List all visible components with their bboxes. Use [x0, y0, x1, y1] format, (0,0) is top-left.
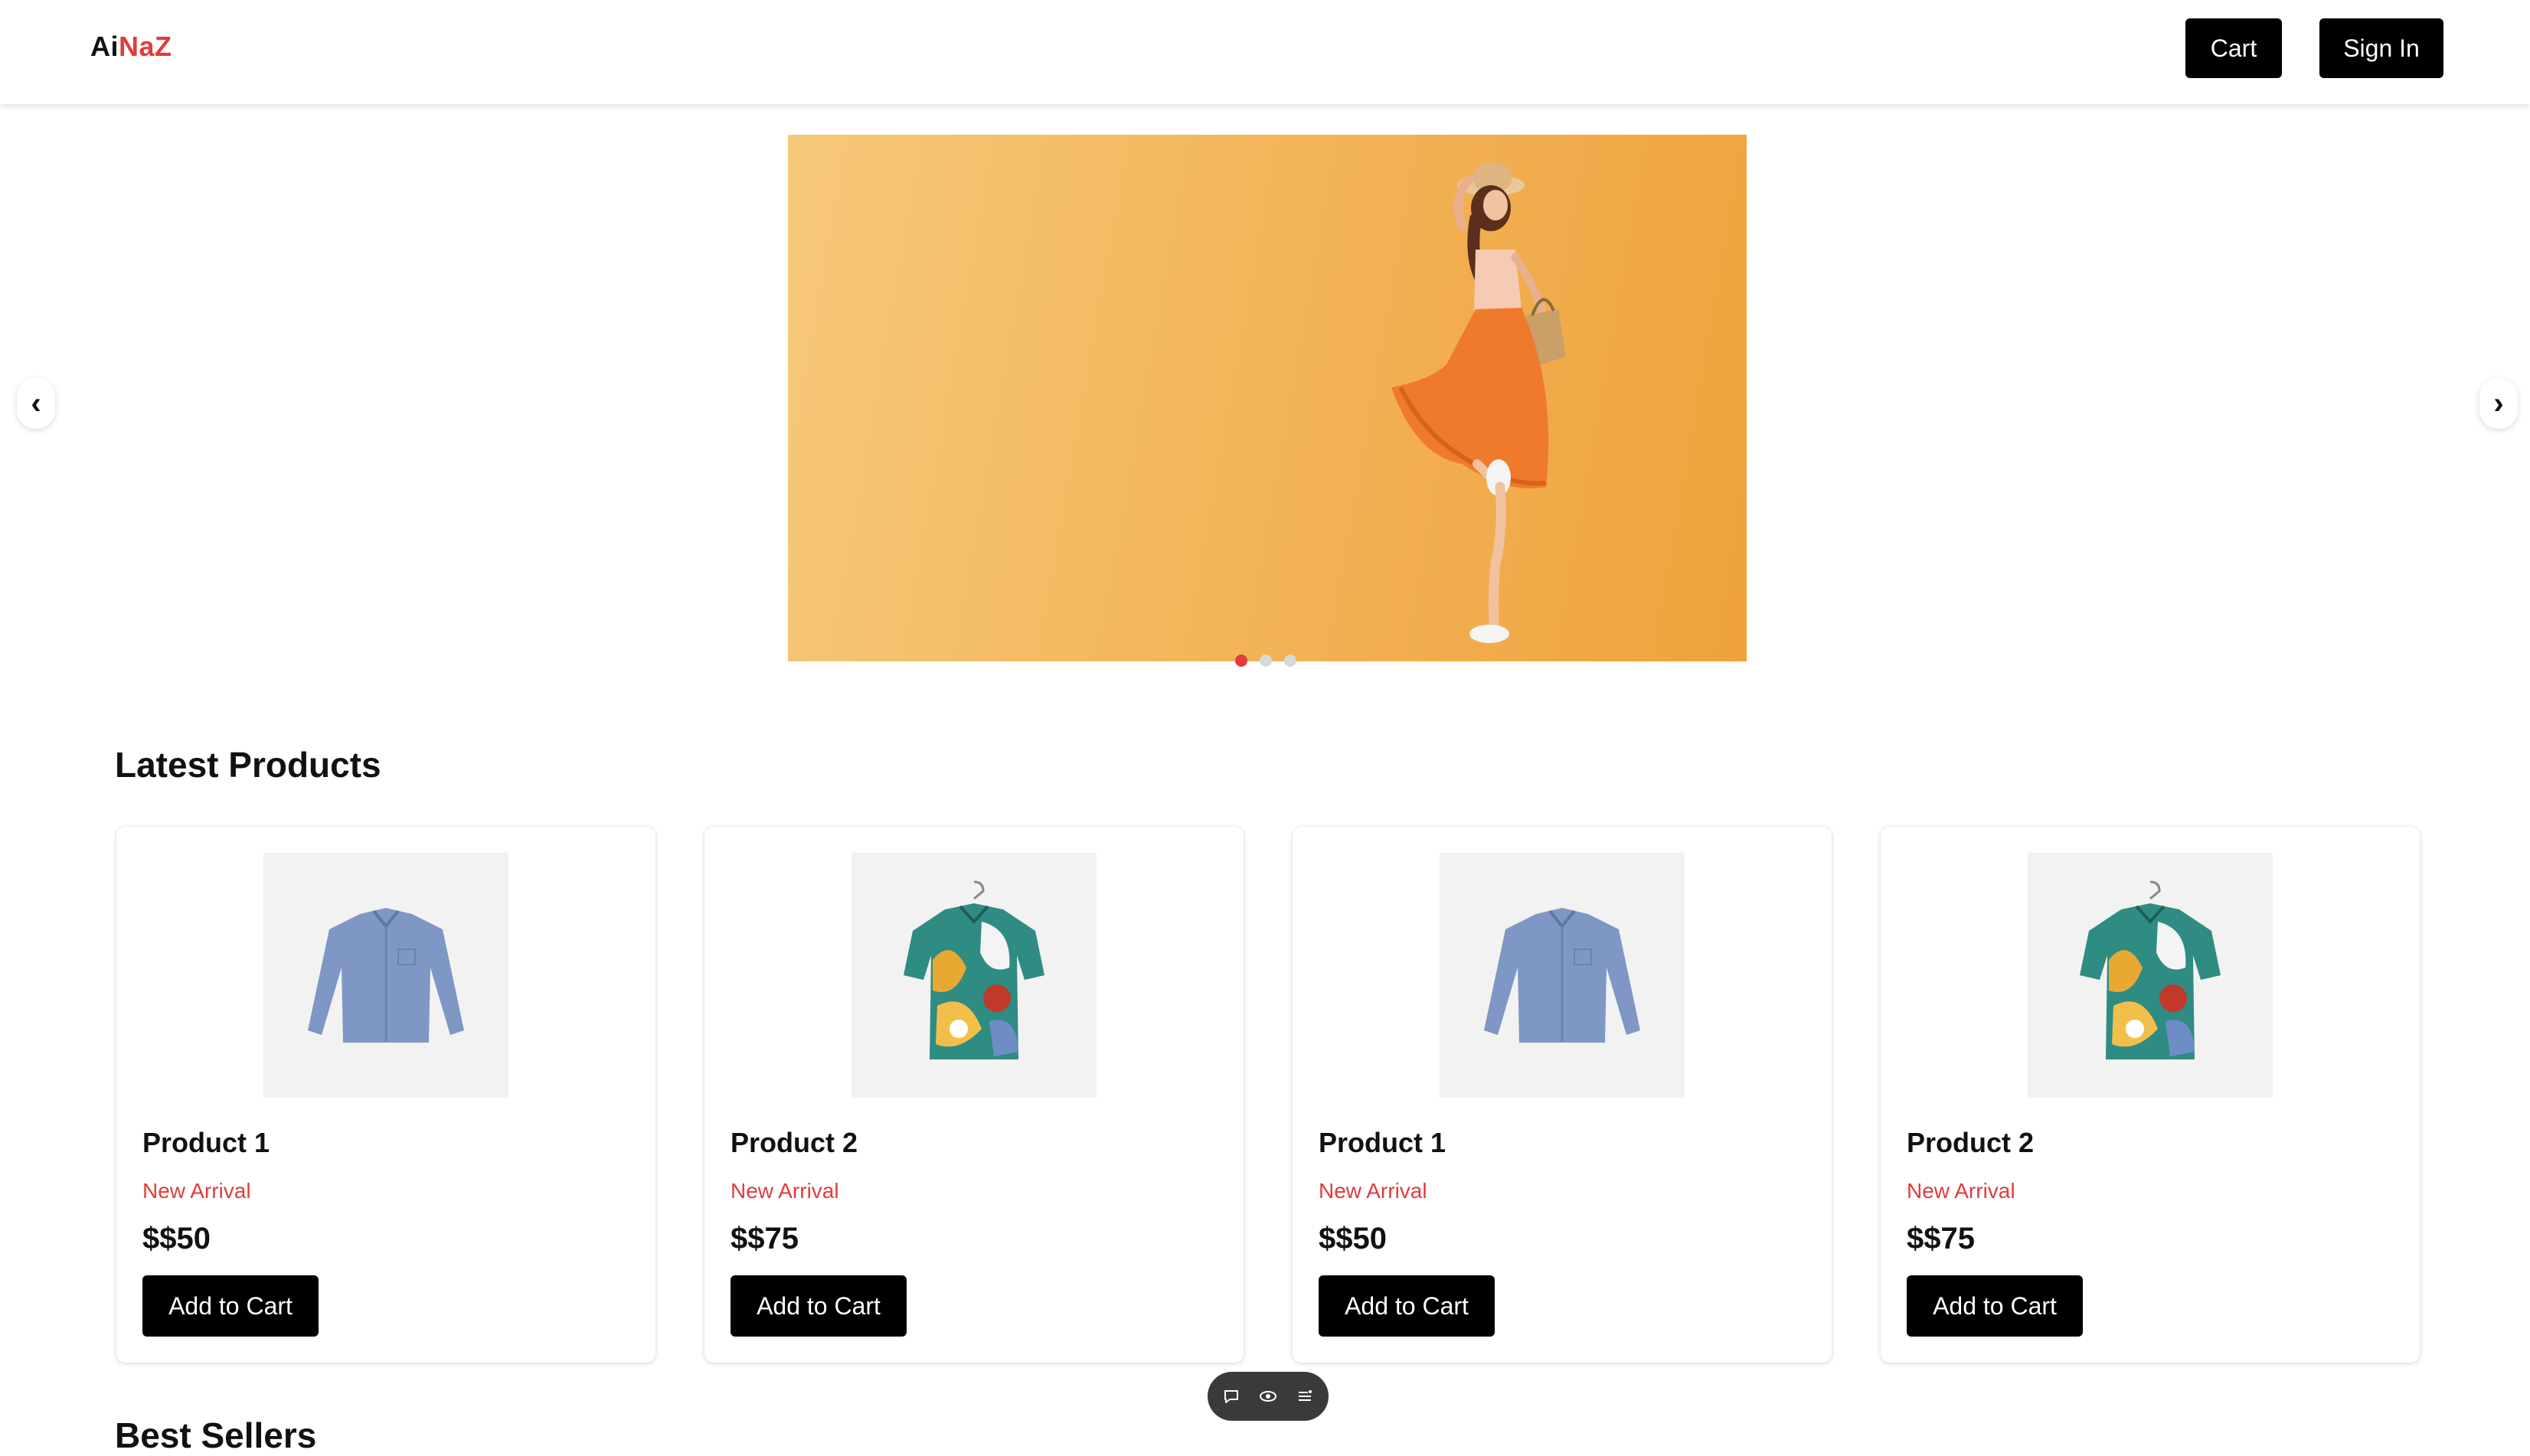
floral-shirt-illustration [2080, 880, 2221, 1059]
carousel-dot[interactable] [1260, 655, 1272, 667]
add-to-cart-button[interactable]: Add to Cart [731, 1275, 907, 1337]
sign-in-button[interactable]: Sign In [2319, 18, 2443, 78]
product-name[interactable]: Product 2 [731, 1127, 858, 1159]
add-to-cart-button[interactable]: Add to Cart [1319, 1275, 1495, 1337]
logo[interactable]: AiNaZ [90, 31, 172, 63]
woman-dancing-illustration [1391, 162, 1566, 643]
logo-text-naz: NaZ [119, 31, 172, 62]
latest-products-heading: Latest Products [115, 745, 381, 785]
chevron-left-icon: ‹ [31, 386, 41, 420]
product-image[interactable] [1440, 853, 1685, 1098]
product-card[interactable]: Product 1 New Arrival $$50 Add to Cart [1293, 827, 1832, 1363]
product-tag: New Arrival [142, 1179, 251, 1203]
floating-toolbar [1208, 1372, 1329, 1421]
product-tag: New Arrival [731, 1179, 839, 1203]
product-price: $$50 [142, 1222, 211, 1255]
logo-text-ai: Ai [90, 31, 119, 62]
best-sellers-heading: Best Sellers [115, 1415, 317, 1455]
product-name[interactable]: Product 1 [142, 1127, 270, 1159]
cart-button[interactable]: Cart [2185, 18, 2282, 78]
product-card[interactable]: Product 2 New Arrival $$75 Add to Cart [1881, 827, 2420, 1363]
product-tag: New Arrival [1907, 1179, 2015, 1203]
product-image[interactable] [2028, 853, 2273, 1098]
product-card[interactable]: Product 1 New Arrival $$50 Add to Cart [116, 827, 655, 1363]
chevron-right-icon: › [2493, 386, 2504, 420]
hero-slide-image [788, 135, 1747, 661]
carousel-dots [1235, 655, 1296, 667]
eye-icon[interactable] [1258, 1386, 1278, 1406]
list-icon[interactable] [1295, 1386, 1315, 1406]
site-header: AiNaZ Cart Sign In [0, 0, 2530, 104]
product-image[interactable] [263, 853, 508, 1098]
carousel-prev-button[interactable]: ‹ [17, 378, 55, 429]
carousel-dot[interactable] [1235, 655, 1247, 667]
product-card[interactable]: Product 2 New Arrival $$75 Add to Cart [704, 827, 1244, 1363]
product-price: $$75 [1907, 1222, 1975, 1255]
product-name[interactable]: Product 2 [1907, 1127, 2034, 1159]
carousel-dot[interactable] [1284, 655, 1296, 667]
product-price: $$75 [731, 1222, 799, 1255]
product-name[interactable]: Product 1 [1319, 1127, 1446, 1159]
add-to-cart-button[interactable]: Add to Cart [142, 1275, 319, 1337]
comment-icon[interactable] [1221, 1386, 1241, 1406]
product-image[interactable] [852, 853, 1097, 1098]
add-to-cart-button[interactable]: Add to Cart [1907, 1275, 2083, 1337]
floral-shirt-illustration [904, 880, 1044, 1059]
blue-shirt-illustration [308, 908, 464, 1043]
product-tag: New Arrival [1319, 1179, 1427, 1203]
product-price: $$50 [1319, 1222, 1387, 1255]
carousel-next-button[interactable]: › [2479, 378, 2518, 429]
blue-shirt-illustration [1484, 908, 1640, 1043]
